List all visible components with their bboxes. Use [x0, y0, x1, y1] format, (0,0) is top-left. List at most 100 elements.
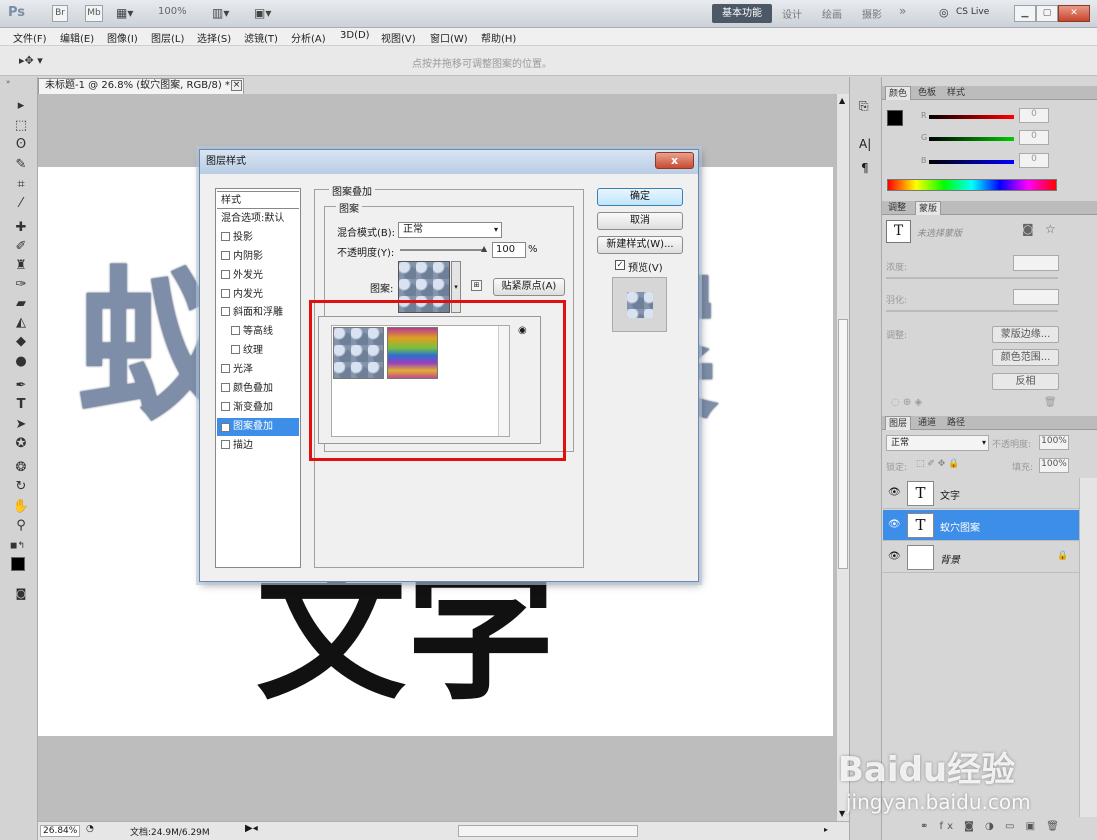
zoom-level-field[interactable]: 26.84% — [40, 825, 81, 837]
invert-button[interactable]: 反相 — [992, 373, 1059, 390]
menu-file[interactable]: 文件(F) — [13, 30, 47, 45]
tab-color[interactable]: 颜色 — [885, 86, 912, 100]
dialog-close-button[interactable]: x — [655, 152, 694, 169]
menu-help[interactable]: 帮助(H) — [481, 30, 516, 45]
channel-g-value[interactable]: 0 — [1019, 130, 1049, 145]
menu-select[interactable]: 选择(S) — [197, 30, 231, 45]
scroll-right-icon[interactable]: ▸ — [824, 825, 828, 834]
layers-footer-icons[interactable]: ⚭ fx ◙ ◑ ▭ ▣ 🗑 — [920, 821, 1063, 832]
feather-slider[interactable] — [886, 310, 1058, 312]
style-checkbox[interactable] — [221, 269, 230, 279]
cs-live-label[interactable]: CS Live — [956, 7, 989, 17]
layer-name[interactable]: 文字 — [940, 487, 960, 502]
ok-button[interactable]: 确定 — [597, 188, 683, 206]
mask-delete-icon[interactable]: 🗑 — [1044, 397, 1057, 408]
layer-row-pattern[interactable]: 👁 T 蚁穴图案 — [883, 510, 1079, 541]
document-tab[interactable]: 未标题-1 @ 26.8% (蚁穴图案, RGB/8) * × — [38, 78, 244, 94]
style-item[interactable]: 投影 — [217, 229, 299, 247]
marquee-tool-icon[interactable]: ⬚ — [11, 117, 31, 135]
style-item[interactable]: 描边 — [217, 437, 299, 455]
layer-fill-field[interactable]: 100% — [1039, 458, 1069, 473]
snap-to-origin-button[interactable]: 贴紧原点(A) — [493, 278, 565, 296]
tab-paths[interactable]: 路径 — [944, 416, 968, 430]
quick-select-tool-icon[interactable]: ✎ — [11, 156, 31, 174]
zoom-preview-icon[interactable]: ◔ — [86, 824, 94, 834]
mask-footer-icons[interactable]: ◌ ⊕ ◈ — [891, 397, 922, 408]
channel-r-slider[interactable] — [929, 115, 1014, 119]
style-item[interactable]: 样式 — [217, 191, 299, 209]
bridge-button[interactable]: Br — [52, 5, 68, 22]
history-panel-icon[interactable]: ⎘ — [859, 99, 869, 114]
color-spectrum-bar[interactable] — [887, 179, 1057, 191]
style-item[interactable]: 渐变叠加 — [217, 399, 299, 417]
menu-view[interactable]: 视图(V) — [381, 30, 416, 45]
pixel-mask-icon[interactable]: ◙ — [1022, 222, 1034, 236]
opacity-field[interactable]: 100 — [492, 242, 526, 258]
layers-scrollbar[interactable] — [1079, 478, 1097, 817]
dodge-tool-icon[interactable]: ● — [11, 353, 31, 371]
layer-row-background[interactable]: 👁 背景 🔒 — [883, 542, 1079, 573]
channel-g-slider[interactable] — [929, 137, 1014, 141]
move-tool-preset-icon[interactable]: ▸✥ ▾ — [19, 54, 43, 67]
style-checkbox[interactable] — [231, 345, 240, 355]
style-checkbox[interactable]: ✓ — [221, 422, 230, 432]
style-item[interactable]: 内发光 — [217, 286, 299, 304]
tab-layers[interactable]: 图层 — [885, 416, 912, 430]
shape-tool-icon[interactable]: ✪ — [11, 435, 31, 453]
layer-name[interactable]: 背景 — [940, 551, 960, 566]
style-checkbox[interactable] — [221, 231, 230, 241]
style-checkbox[interactable] — [221, 288, 230, 298]
type-tool-icon[interactable]: T — [11, 396, 31, 414]
layer-row-text[interactable]: 👁 T 文字 — [883, 478, 1079, 509]
style-item[interactable]: 混合选项:默认 — [217, 210, 299, 228]
menu-window[interactable]: 窗口(W) — [430, 30, 468, 45]
eye-icon[interactable]: 👁 — [888, 487, 901, 498]
quick-mask-icon[interactable]: ◙ — [11, 585, 31, 603]
default-colors-icon[interactable]: ◼↰ — [10, 541, 25, 551]
eye-icon[interactable]: 👁 — [888, 519, 901, 530]
vector-mask-icon[interactable]: ☆ — [1045, 222, 1056, 236]
style-item[interactable]: 外发光 — [217, 267, 299, 285]
style-item[interactable]: ✓ 图案叠加 — [217, 417, 299, 436]
lock-icons[interactable]: ⬚ ✐ ✥ 🔒 — [916, 459, 959, 469]
workspace-essentials-button[interactable]: 基本功能 — [712, 4, 772, 23]
menu-image[interactable]: 图像(I) — [107, 30, 138, 45]
blur-tool-icon[interactable]: ◆ — [11, 333, 31, 351]
menu-edit[interactable]: 编辑(E) — [60, 30, 94, 45]
zoom-menu[interactable]: 100% — [158, 6, 187, 17]
status-menu-icon[interactable]: ▶◂ — [245, 823, 258, 834]
workspace-more-icon[interactable]: » — [899, 4, 906, 18]
menu-analysis[interactable]: 分析(A) — [291, 30, 326, 45]
tab-swatches[interactable]: 色板 — [915, 86, 939, 100]
tab-styles[interactable]: 样式 — [944, 86, 968, 100]
history-brush-tool-icon[interactable]: ✑ — [11, 276, 31, 294]
new-preset-icon[interactable]: ⊞ — [471, 280, 482, 291]
opacity-slider[interactable]: ▲ — [400, 244, 487, 253]
eyedropper-tool-icon[interactable]: ⁄ — [11, 195, 31, 213]
channel-b-slider[interactable] — [929, 160, 1014, 164]
workspace-photography[interactable]: 摄影 — [862, 6, 882, 21]
maximize-button[interactable]: ▢ — [1036, 5, 1058, 22]
tab-channels[interactable]: 通道 — [915, 416, 939, 430]
style-checkbox[interactable] — [221, 364, 230, 374]
screen-mode-icon[interactable]: ▣▾ — [254, 6, 271, 20]
style-item[interactable]: 纹理 — [217, 342, 299, 360]
scroll-down-icon[interactable]: ▼ — [839, 809, 845, 818]
brush-tool-icon[interactable]: ✐ — [11, 238, 31, 256]
lasso-tool-icon[interactable]: ʘ — [11, 136, 31, 154]
style-checkbox[interactable] — [221, 307, 230, 317]
workspace-design[interactable]: 设计 — [782, 6, 802, 21]
layer-name[interactable]: 蚁穴图案 — [940, 519, 980, 534]
close-app-button[interactable]: ✕ — [1058, 5, 1090, 22]
path-select-tool-icon[interactable]: ➤ — [11, 416, 31, 434]
scroll-thumb[interactable] — [838, 319, 848, 569]
menu-layer[interactable]: 图层(L) — [151, 30, 184, 45]
paragraph-panel-icon[interactable]: ¶ — [861, 161, 869, 175]
tab-adjustments[interactable]: 调整 — [885, 201, 909, 215]
menu-filter[interactable]: 滤镜(T) — [244, 30, 278, 45]
scroll-up-icon[interactable]: ▲ — [839, 96, 845, 105]
hand-tool-icon[interactable]: ✋ — [11, 498, 31, 516]
foreground-color-swatch[interactable] — [11, 557, 25, 571]
feather-field[interactable] — [1013, 289, 1059, 305]
style-item[interactable]: 颜色叠加 — [217, 380, 299, 398]
